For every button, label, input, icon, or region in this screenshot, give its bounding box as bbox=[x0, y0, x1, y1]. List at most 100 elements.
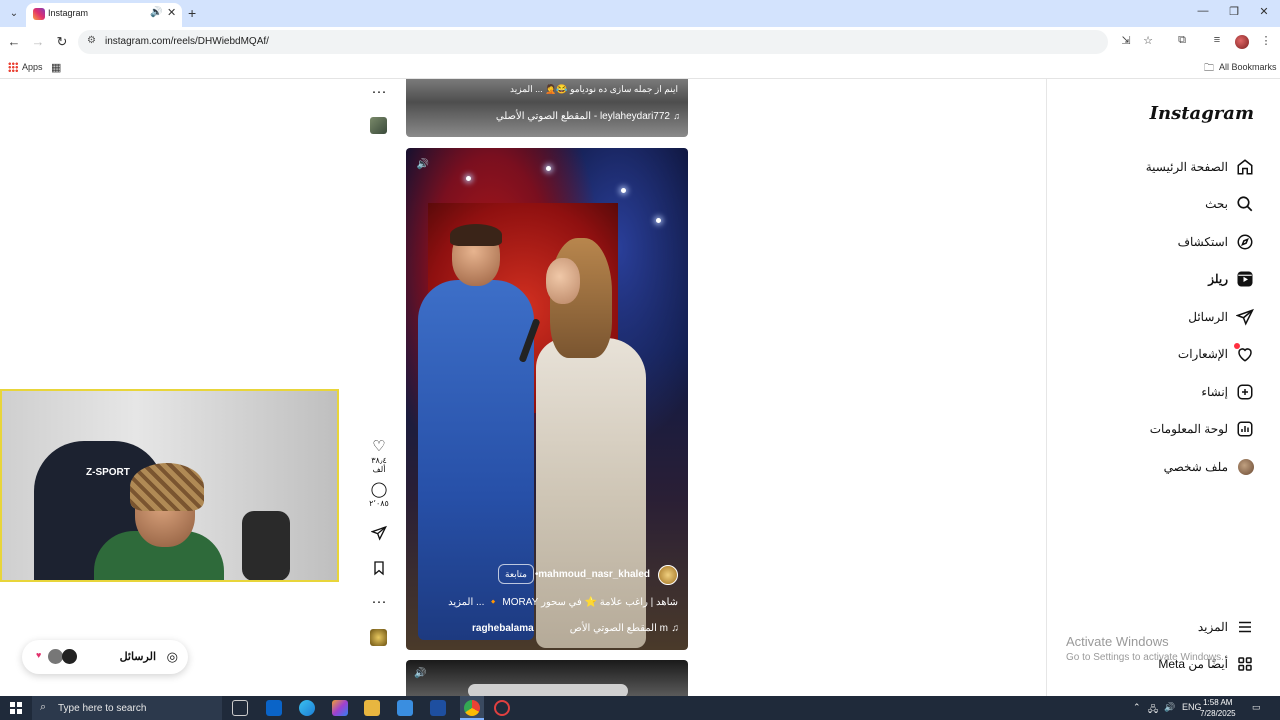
copilot-icon[interactable] bbox=[332, 700, 348, 716]
outlook-icon[interactable] bbox=[266, 700, 282, 716]
sidebar-item-messages[interactable]: الرسائل bbox=[1046, 303, 1280, 333]
more-horizontal-icon: ··· bbox=[371, 83, 387, 100]
messages-floating-button[interactable]: ◎ الرسائل ♥ bbox=[22, 640, 188, 674]
share-button[interactable] bbox=[364, 525, 394, 546]
browser-toolbar: ← → ↻ ⚙ instagram.com/reels/DHWiebdMQAf/… bbox=[0, 27, 1280, 57]
more-options-button[interactable]: ··· bbox=[364, 594, 394, 610]
reel-caption[interactable]: شاهد | راغب علامة ⭐ في سحور MORAY 🔸 ... … bbox=[448, 597, 678, 608]
clock-date: 7/28/2025 bbox=[1200, 709, 1236, 718]
sidebar-item-label: إنشاء bbox=[1201, 385, 1228, 399]
watermark-title: Activate Windows bbox=[1066, 634, 1169, 649]
edge-icon[interactable] bbox=[299, 700, 315, 716]
sidebar-item-notifications[interactable]: الإشعارات bbox=[1046, 340, 1280, 370]
store-icon[interactable] bbox=[397, 700, 413, 716]
send-icon bbox=[370, 525, 387, 541]
speaker-icon[interactable]: 🔊 bbox=[414, 156, 432, 174]
reel-audio-label[interactable]: leylaheydari772 - المقطع الصوتي الأصلي bbox=[496, 111, 670, 122]
reel-caption: اینم از جمله سازی ده نودیامو 😂🤦 ... المز… bbox=[510, 84, 678, 94]
like-button[interactable]: ♡ ٣٨٫٤ ألف bbox=[364, 438, 394, 475]
hamburger-menu-icon bbox=[1239, 621, 1251, 633]
defender-icon[interactable] bbox=[430, 700, 446, 716]
sidebar-item-explore[interactable]: استكشاف bbox=[1046, 228, 1280, 258]
previous-reel[interactable]: اینم از جمله سازی ده نودیامو 😂🤦 ... المز… bbox=[406, 79, 688, 137]
back-icon[interactable]: ← bbox=[6, 34, 22, 49]
all-bookmarks-link[interactable]: All Bookmarks bbox=[1219, 62, 1277, 72]
more-horizontal-icon: ··· bbox=[371, 593, 387, 610]
woman-figure bbox=[536, 238, 656, 648]
speaker-icon[interactable]: 🔊 bbox=[414, 668, 426, 679]
forward-icon[interactable]: → bbox=[30, 34, 46, 49]
reel-audio-label[interactable]: m المقطع الصوتي الأص bbox=[570, 623, 668, 634]
instagram-logo[interactable]: Instagram bbox=[1150, 103, 1254, 124]
taskbar-search[interactable]: ⌕ Type here to search bbox=[32, 696, 222, 720]
comment-button[interactable]: ◯ ٢٬٠٨٥ bbox=[364, 482, 394, 509]
comment-count: ٢٬٠٨٥ bbox=[369, 499, 389, 508]
install-app-icon[interactable]: ⇲ bbox=[1118, 34, 1134, 47]
bookmark-apps[interactable]: Apps bbox=[22, 62, 43, 72]
system-clock[interactable]: 1:58 AM 7/28/2025 bbox=[1200, 697, 1236, 719]
folder-icon: 🗀 bbox=[1204, 63, 1214, 74]
address-bar[interactable]: ⚙ instagram.com/reels/DHWiebdMQAf/ bbox=[78, 30, 1108, 54]
bookmark-star-icon[interactable]: ☆ bbox=[1140, 34, 1156, 47]
apps-grid-icon[interactable] bbox=[8, 62, 18, 72]
close-window-icon[interactable]: ✕ bbox=[1254, 5, 1274, 18]
sidebar-item-dashboard[interactable]: لوحة المعلومات bbox=[1046, 415, 1280, 445]
creator-username[interactable]: mahmoud_nasr_khaled bbox=[538, 569, 650, 580]
restore-icon[interactable]: ❐ bbox=[1224, 5, 1244, 18]
heart-icon bbox=[1234, 343, 1254, 363]
prev-reel-audio-avatar[interactable] bbox=[370, 117, 387, 134]
instagram-favicon-icon bbox=[33, 8, 45, 20]
new-tab-button[interactable]: + bbox=[188, 5, 196, 21]
menu-kebab-icon[interactable]: ⋮ bbox=[1258, 34, 1274, 47]
speaker-icon[interactable]: 🔊 bbox=[150, 7, 162, 18]
home-icon bbox=[1237, 159, 1253, 175]
sidebar-item-search[interactable]: بحث bbox=[1046, 190, 1280, 220]
minimize-icon[interactable]: — bbox=[1193, 5, 1213, 17]
sidebar-item-reels[interactable]: ريلز bbox=[1046, 265, 1280, 295]
tray-chevron-icon[interactable]: ⌃ bbox=[1133, 702, 1141, 713]
url-text[interactable]: instagram.com/reels/DHWiebdMQAf/ bbox=[105, 36, 269, 47]
contact-avatar bbox=[62, 649, 77, 664]
reel-audio-avatar[interactable] bbox=[370, 629, 387, 646]
media-control-icon[interactable]: ≡ bbox=[1209, 34, 1225, 46]
tab-instagram[interactable]: Instagram 🔊 ✕ bbox=[26, 3, 182, 27]
profile-avatar bbox=[1238, 459, 1254, 475]
save-button[interactable] bbox=[364, 560, 394, 581]
file-explorer-icon[interactable] bbox=[364, 700, 380, 716]
next-reel-thumbnail bbox=[468, 684, 628, 696]
sidebar-item-label: الصفحة الرئيسية bbox=[1145, 160, 1228, 174]
taskbar-search-placeholder: Type here to search bbox=[58, 703, 147, 714]
heart-outline-icon: ♡ bbox=[372, 438, 386, 455]
like-count: ٣٨٫٤ ألف bbox=[371, 456, 387, 474]
sidebar-item-profile[interactable]: ملف شخصي bbox=[1046, 453, 1280, 483]
network-icon[interactable]: 🖧 bbox=[1148, 702, 1158, 718]
recorder-icon[interactable] bbox=[494, 700, 510, 716]
extensions-icon[interactable]: ⧉ bbox=[1174, 34, 1190, 47]
more-options-button[interactable]: ··· bbox=[364, 84, 394, 100]
search-icon: ⌕ bbox=[40, 701, 47, 713]
windows-start-icon[interactable] bbox=[10, 702, 22, 714]
bookmarks-bar: Apps ▦ 🗀 All Bookmarks bbox=[0, 57, 1280, 79]
webcam-overlay: Z-SPORT bbox=[0, 389, 339, 582]
reload-icon[interactable]: ↻ bbox=[54, 34, 70, 50]
sidebar-item-label: المزيد bbox=[1197, 620, 1228, 634]
close-tab-icon[interactable]: ✕ bbox=[167, 6, 176, 19]
dashboard-icon bbox=[1237, 421, 1253, 437]
collaborator-tag[interactable]: raghebalama bbox=[472, 623, 534, 634]
browser-profile-avatar[interactable] bbox=[1235, 35, 1249, 49]
creator-avatar[interactable] bbox=[658, 565, 678, 585]
sidebar-item-create[interactable]: إنشاء bbox=[1046, 378, 1280, 408]
task-view-icon[interactable] bbox=[232, 700, 248, 716]
sidebar-item-home[interactable]: الصفحة الرئيسية bbox=[1046, 153, 1280, 183]
notifications-icon[interactable]: ▭ bbox=[1252, 702, 1261, 713]
sidebar-nav: Instagram الصفحة الرئيسية بحث استكشاف ري… bbox=[1046, 79, 1280, 696]
volume-icon[interactable]: 🔊 bbox=[1164, 702, 1175, 713]
reel-video[interactable]: 🔊 mahmoud_nasr_khaled • متابعة شاهد | را… bbox=[406, 148, 688, 650]
tab-groups-icon[interactable]: ▦ bbox=[51, 61, 61, 74]
chrome-taskbar-active[interactable] bbox=[460, 696, 484, 720]
follow-button[interactable]: متابعة bbox=[498, 564, 534, 584]
next-reel[interactable]: 🔊 bbox=[406, 660, 688, 696]
language-indicator[interactable]: ENG bbox=[1182, 702, 1202, 712]
site-info-icon[interactable]: ⚙ bbox=[87, 35, 96, 46]
tab-search-button[interactable]: ⌄ bbox=[6, 6, 22, 22]
